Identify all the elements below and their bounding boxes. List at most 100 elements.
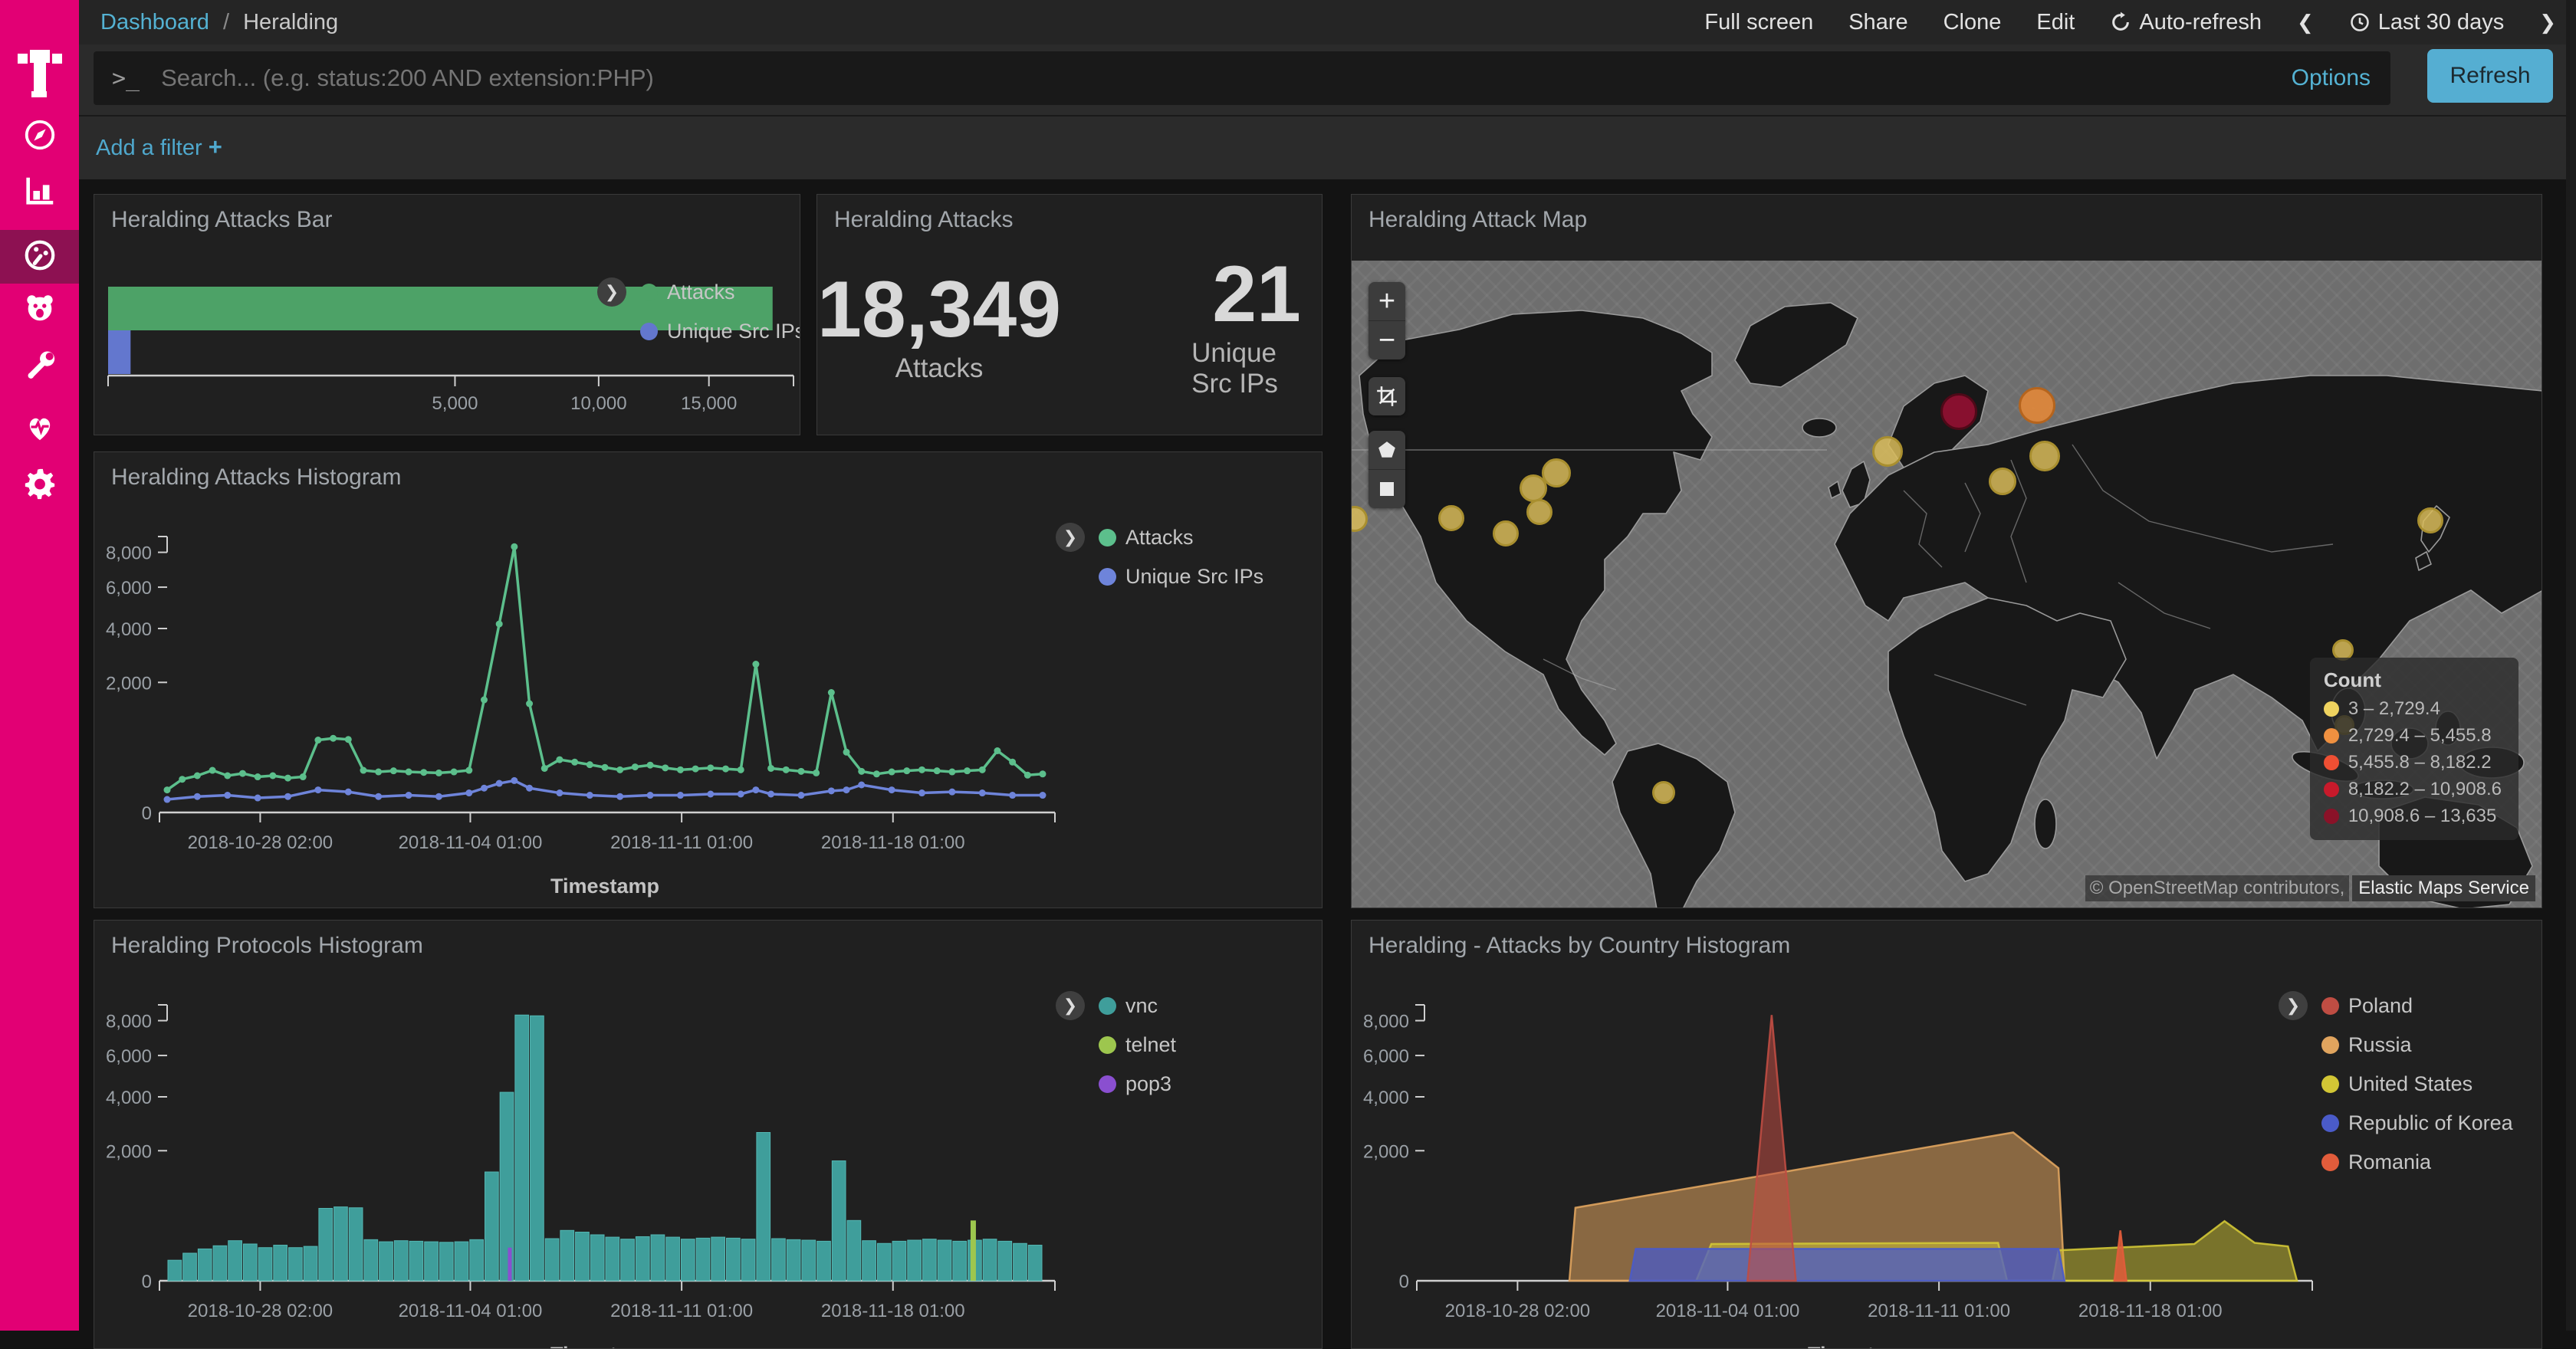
metric-unique-ips: 21 Unique Src IPs [1191, 253, 1322, 399]
svg-text:2018-11-18 01:00: 2018-11-18 01:00 [821, 1301, 965, 1321]
svg-text:0: 0 [142, 803, 152, 824]
metric-attacks: 18,349 Attacks [817, 268, 1061, 384]
legend-item[interactable]: Attacks [1099, 526, 1263, 550]
search-input[interactable] [159, 64, 2291, 93]
sidebar-item-management[interactable] [0, 458, 79, 512]
attack-dot[interactable] [2029, 441, 2060, 471]
map-legend-label: 5,455.8 – 8,182.2 [2348, 752, 2492, 773]
legend-title: Count [2324, 668, 2502, 692]
clone-button[interactable]: Clone [1944, 10, 2002, 35]
sidebar-item-dev-tools[interactable] [0, 341, 79, 395]
attack-dot[interactable] [1652, 781, 1675, 804]
draw-rectangle-icon[interactable] [1368, 470, 1405, 508]
elastic-maps-attribution[interactable]: Elastic Maps Service [2352, 875, 2535, 901]
auto-refresh-button[interactable]: Auto-refresh [2110, 10, 2262, 35]
attacks-line-chart[interactable]: 2018-10-28 02:002018-11-04 01:002018-11-… [94, 452, 1322, 908]
map-legend-label: 8,182.2 – 10,908.6 [2348, 779, 2502, 800]
map-legend-item: 5,455.8 – 8,182.2 [2324, 752, 2502, 773]
legend-item[interactable]: pop3 [1099, 1072, 1176, 1096]
zoom-in-button[interactable]: + [1368, 282, 1405, 321]
panel-title: Heralding Attacks [834, 207, 1013, 233]
metric-value: 21 [1212, 253, 1301, 336]
fit-bounds-icon[interactable] [1368, 377, 1405, 415]
legend: ❯ vnctelnetpop3 [1099, 994, 1176, 1111]
zoom-out-button[interactable]: − [1368, 321, 1405, 359]
legend-toggle-icon[interactable]: ❯ [1056, 991, 1085, 1020]
time-forward-button[interactable]: ❯ [2539, 11, 2556, 34]
refresh-button[interactable]: Refresh [2427, 49, 2553, 103]
svg-text:6,000: 6,000 [106, 578, 152, 599]
sidebar-item-monitoring[interactable] [0, 402, 79, 455]
attack-dot[interactable] [1940, 393, 1977, 430]
svg-text:8,000: 8,000 [1363, 1012, 1409, 1032]
world-map[interactable]: + − Count 3 – 2,729.42,729.4 – 5,455.85,… [1352, 261, 2542, 908]
attack-dot[interactable] [1542, 458, 1571, 487]
legend-item[interactable]: Romania [2321, 1150, 2513, 1174]
panel-country-histogram: Heralding - Attacks by Country Histogram… [1351, 920, 2542, 1349]
map-legend-item: 2,729.4 – 5,455.8 [2324, 725, 2502, 747]
scrollbar-track[interactable] [2566, 0, 2576, 1331]
legend-item[interactable]: Poland [2321, 994, 2513, 1018]
attack-dot[interactable] [1352, 506, 1368, 532]
add-filter-link[interactable]: Add a filter + [96, 133, 222, 161]
legend-toggle-icon[interactable]: ❯ [597, 277, 626, 307]
protocols-bar-chart[interactable]: 2018-10-28 02:002018-11-04 01:002018-11-… [94, 921, 1322, 1349]
svg-text:2018-11-18 01:00: 2018-11-18 01:00 [821, 832, 965, 853]
legend-item[interactable]: United States [2321, 1072, 2513, 1096]
timepicker-button[interactable]: Last 30 days [2349, 10, 2504, 35]
edit-button[interactable]: Edit [2036, 10, 2075, 35]
legend-toggle-icon[interactable]: ❯ [1056, 523, 1085, 552]
legend-label: Republic of Korea [2348, 1111, 2513, 1135]
legend-label: United States [2348, 1072, 2472, 1096]
filter-bar: Add a filter + [79, 115, 2576, 179]
osm-attribution[interactable]: © OpenStreetMap contributors, [2085, 875, 2350, 901]
refresh-icon [2110, 11, 2131, 33]
breadcrumb-dashboard[interactable]: Dashboard [100, 10, 209, 34]
share-button[interactable]: Share [1848, 10, 1907, 35]
time-back-button[interactable]: ❮ [2297, 11, 2314, 34]
attack-dot[interactable] [2019, 387, 2055, 424]
metric-label: Unique Src IPs [1191, 338, 1322, 399]
legend-item[interactable]: Republic of Korea [2321, 1111, 2513, 1135]
svg-text:2018-10-28 02:00: 2018-10-28 02:00 [188, 832, 334, 853]
attack-dot[interactable] [1989, 468, 2016, 495]
attack-dot[interactable] [1526, 499, 1552, 525]
attack-dot[interactable] [1872, 436, 1903, 467]
sidebar-item-visualize[interactable] [0, 166, 79, 219]
gauge-icon [22, 238, 58, 277]
svg-text:Timestamp: Timestamp [550, 875, 659, 898]
attack-dot[interactable] [2417, 507, 2443, 533]
svg-text:Timestamp: Timestamp [550, 1343, 659, 1349]
legend-toggle-icon[interactable]: ❯ [2279, 991, 2308, 1020]
telekom-logo[interactable] [0, 32, 79, 117]
legend-swatch [2321, 1114, 2339, 1132]
legend-item[interactable]: telnet [1099, 1033, 1176, 1057]
sidebar-item-discover[interactable] [0, 110, 79, 163]
app-sidebar [0, 0, 79, 1331]
legend-swatch [2321, 1036, 2339, 1054]
map-legend-item: 10,908.6 – 13,635 [2324, 806, 2502, 827]
map-legend-swatch [2324, 782, 2339, 797]
fullscreen-button[interactable]: Full screen [1704, 10, 1813, 35]
legend-item[interactable]: Attacks [640, 281, 800, 304]
attack-dot[interactable] [1493, 520, 1519, 546]
legend-label: Romania [2348, 1150, 2431, 1174]
sidebar-item-apm[interactable] [0, 282, 79, 336]
draw-polygon-icon[interactable] [1368, 431, 1405, 470]
attack-dot[interactable] [1438, 505, 1464, 531]
sidebar-item-dashboard[interactable] [0, 230, 79, 284]
wrench-icon [22, 349, 58, 388]
options-link[interactable]: Options [2292, 65, 2371, 91]
legend-item[interactable]: Russia [2321, 1033, 2513, 1057]
svg-text:2,000: 2,000 [1363, 1141, 1409, 1162]
legend-swatch [1099, 1036, 1116, 1054]
legend-item[interactable]: Unique Src IPs [1099, 565, 1263, 589]
svg-text:Timestamp: Timestamp [1808, 1343, 1917, 1349]
legend-item[interactable]: vnc [1099, 994, 1176, 1018]
search-box[interactable]: >_ Options [94, 51, 2390, 105]
map-legend-swatch [2324, 755, 2339, 770]
map-legend-item: 8,182.2 – 10,908.6 [2324, 779, 2502, 800]
legend-item[interactable]: Unique Src IPs [640, 320, 800, 343]
breadcrumb-current: Heralding [243, 10, 338, 34]
map-legend-label: 2,729.4 – 5,455.8 [2348, 725, 2492, 747]
